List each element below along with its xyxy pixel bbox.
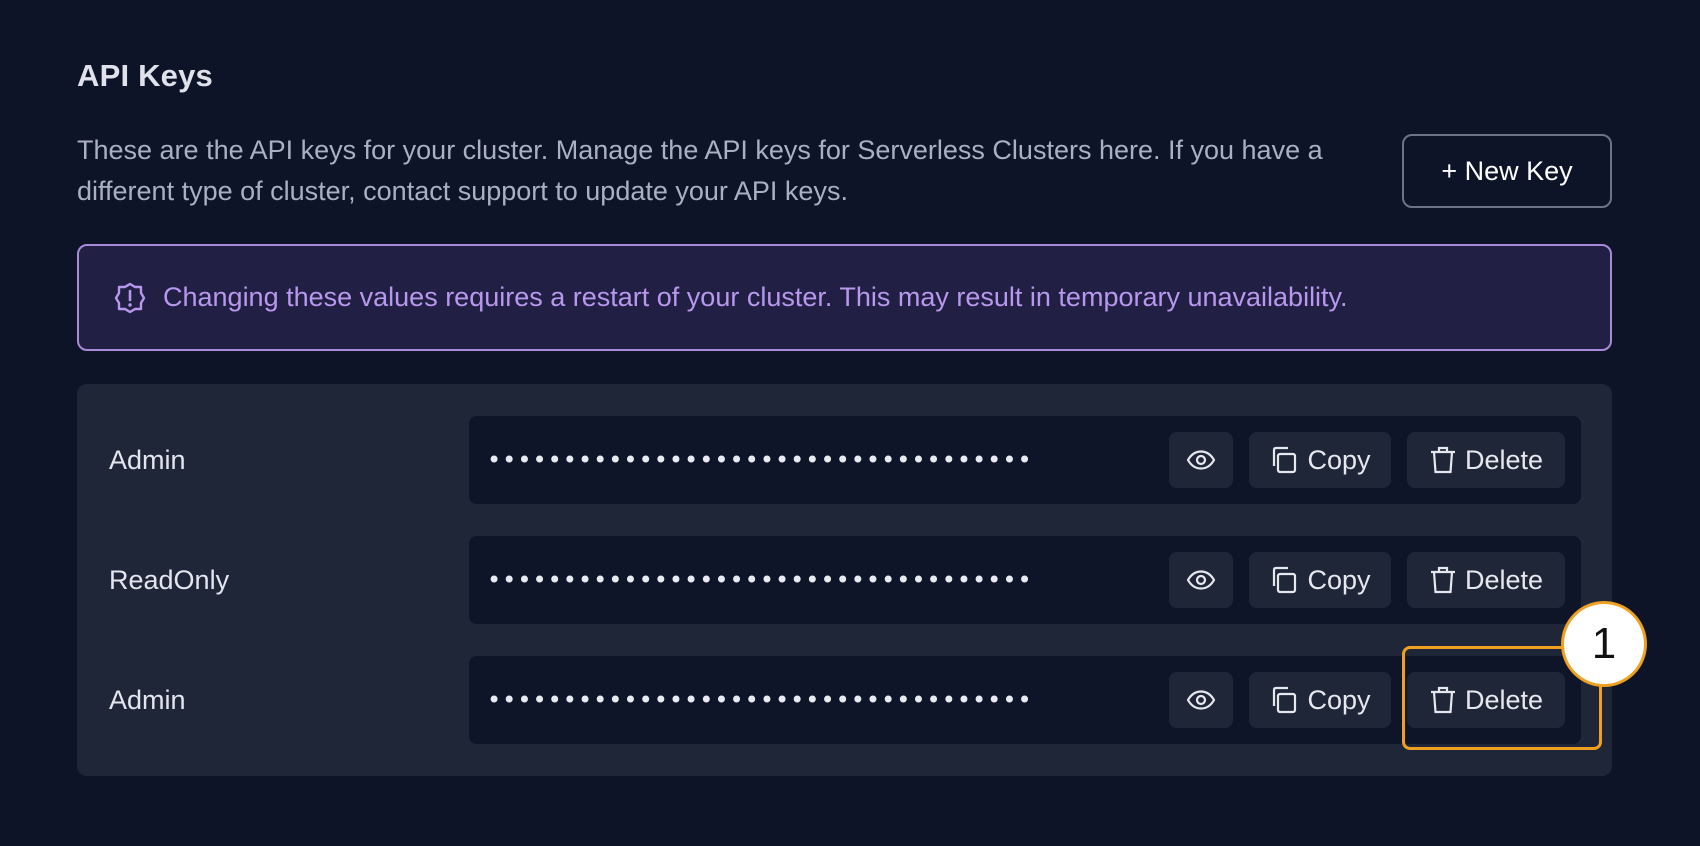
restart-warning-alert: Changing these values requires a restart… — [77, 244, 1612, 351]
delete-key-button[interactable]: Delete — [1407, 672, 1565, 728]
alert-circle-icon — [113, 281, 147, 315]
copy-button-label: Copy — [1307, 564, 1371, 595]
copy-key-button[interactable]: Copy — [1249, 432, 1391, 488]
page-description: These are the API keys for your cluster.… — [77, 135, 1323, 206]
api-key-row: Admin ••••••••••••••••••••••••••••••••••… — [77, 656, 1612, 744]
trash-icon — [1429, 685, 1457, 715]
api-keys-page: API Keys These are the API keys for your… — [0, 0, 1700, 846]
eye-icon — [1186, 690, 1216, 710]
api-key-masked-value: •••••••••••••••••••••••••••••••••••• — [487, 566, 1033, 594]
api-key-label: Admin — [109, 684, 186, 715]
copy-icon — [1269, 445, 1299, 475]
api-key-row: ReadOnly •••••••••••••••••••••••••••••••… — [77, 536, 1612, 624]
api-key-masked-value: •••••••••••••••••••••••••••••••••••• — [487, 686, 1033, 714]
reveal-key-button[interactable] — [1169, 552, 1233, 608]
reveal-key-button[interactable] — [1169, 432, 1233, 488]
copy-button-label: Copy — [1307, 444, 1371, 475]
delete-button-label: Delete — [1464, 444, 1544, 475]
copy-icon — [1269, 685, 1299, 715]
eye-icon — [1186, 570, 1216, 590]
api-key-row: Admin ••••••••••••••••••••••••••••••••••… — [77, 416, 1612, 504]
api-key-field: •••••••••••••••••••••••••••••••••••• Cop… — [469, 656, 1581, 744]
api-key-field: •••••••••••••••••••••••••••••••••••• Cop… — [469, 536, 1581, 624]
page-title: API Keys — [77, 58, 213, 93]
copy-icon — [1269, 565, 1299, 595]
eye-icon — [1186, 450, 1216, 470]
api-key-masked-value: •••••••••••••••••••••••••••••••••••• — [487, 446, 1033, 474]
copy-key-button[interactable]: Copy — [1249, 552, 1391, 608]
annotation-callout: 1 — [1561, 601, 1647, 687]
delete-key-button[interactable]: Delete — [1407, 432, 1565, 488]
reveal-key-button[interactable] — [1169, 672, 1233, 728]
alert-message: Changing these values requires a restart… — [163, 282, 1348, 312]
api-key-label: ReadOnly — [109, 564, 230, 595]
trash-icon — [1429, 565, 1457, 595]
trash-icon — [1429, 445, 1457, 475]
delete-button-label: Delete — [1464, 564, 1544, 595]
copy-key-button[interactable]: Copy — [1249, 672, 1391, 728]
new-key-button[interactable]: + New Key — [1402, 134, 1612, 208]
api-keys-list: Admin ••••••••••••••••••••••••••••••••••… — [77, 384, 1612, 776]
api-key-label: Admin — [109, 444, 186, 475]
delete-button-label: Delete — [1464, 684, 1544, 715]
copy-button-label: Copy — [1307, 684, 1371, 715]
api-key-field: •••••••••••••••••••••••••••••••••••• Cop… — [469, 416, 1581, 504]
delete-key-button[interactable]: Delete — [1407, 552, 1565, 608]
